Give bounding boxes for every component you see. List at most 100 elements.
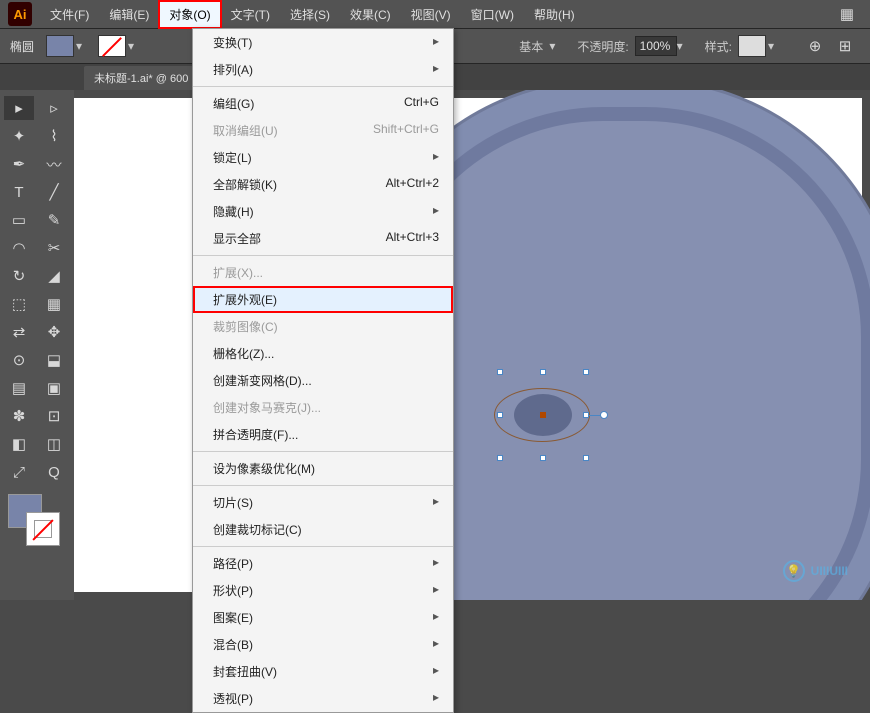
tool-4[interactable]: ✒: [4, 152, 34, 176]
menu-item-label: 拼合透明度(F)...: [213, 426, 298, 443]
handle-bl[interactable]: [497, 455, 503, 461]
tool-21[interactable]: ▣: [39, 376, 69, 400]
tool-1[interactable]: ▹: [39, 96, 69, 120]
rotate-handle[interactable]: [600, 411, 608, 419]
tool-16[interactable]: ⇄: [4, 320, 34, 344]
tool-11[interactable]: ✂: [39, 236, 69, 260]
menu-separator: [193, 546, 453, 547]
tool-8[interactable]: ▭: [4, 208, 34, 232]
tool-27[interactable]: Q: [39, 460, 69, 484]
menu-效果[interactable]: 效果(C): [340, 1, 401, 28]
tool-14[interactable]: ⬚: [4, 292, 34, 316]
menu-item-混合[interactable]: 混合(B)▸: [193, 631, 453, 658]
menu-item-变换[interactable]: 变换(T) ▸: [193, 29, 453, 56]
menu-item-锁定[interactable]: 锁定(L) ▸: [193, 144, 453, 171]
tool-5[interactable]: 〰: [39, 152, 69, 176]
menu-item-label: 显示全部: [213, 230, 261, 247]
menu-帮助[interactable]: 帮助(H): [524, 1, 585, 28]
tool-24[interactable]: ◧: [4, 432, 34, 456]
tool-20[interactable]: ▤: [4, 376, 34, 400]
menu-item-图案[interactable]: 图案(E)▸: [193, 604, 453, 631]
menu-item-label: 隐藏(H): [213, 203, 254, 220]
menu-item-封套扭曲[interactable]: 封套扭曲(V)▸: [193, 658, 453, 685]
menu-item-扩展外观[interactable]: 扩展外观(E): [193, 286, 453, 313]
center-point[interactable]: [540, 412, 546, 418]
tool-13[interactable]: ◢: [39, 264, 69, 288]
fill-swatch[interactable]: [46, 35, 74, 57]
app-logo: Ai: [8, 2, 32, 26]
menu-item-label: 变换(T): [213, 34, 252, 51]
menu-item-扩展: 扩展(X)...: [193, 259, 453, 286]
chevron-down-icon[interactable]: ▾: [128, 39, 140, 53]
handle-ml[interactable]: [497, 412, 503, 418]
menu-item-全部解锁[interactable]: 全部解锁(K)Alt+Ctrl+2: [193, 171, 453, 198]
grid-icon[interactable]: ⊞: [830, 34, 860, 58]
menu-item-设为像素级优化[interactable]: 设为像素级优化(M): [193, 455, 453, 482]
menu-窗口[interactable]: 窗口(W): [461, 1, 524, 28]
menu-编辑[interactable]: 编辑(E): [99, 1, 159, 28]
tool-9[interactable]: ✎: [39, 208, 69, 232]
menu-item-排列[interactable]: 排列(A)▸: [193, 56, 453, 83]
tool-3[interactable]: ⌇: [39, 124, 69, 148]
tool-10[interactable]: ◠: [4, 236, 34, 260]
menu-文件[interactable]: 文件(F): [40, 1, 99, 28]
chevron-down-icon[interactable]: ▾: [76, 39, 88, 53]
submenu-arrow-icon: ▸: [433, 149, 439, 166]
tool-17[interactable]: ✥: [39, 320, 69, 344]
color-swatches[interactable]: [4, 494, 70, 544]
menu-item-隐藏[interactable]: 隐藏(H)▸: [193, 198, 453, 225]
options-icon[interactable]: ⊕: [800, 34, 830, 58]
layout-icon[interactable]: ▦: [832, 2, 862, 26]
submenu-arrow-icon: ▸: [433, 61, 439, 78]
handle-tl[interactable]: [497, 369, 503, 375]
menu-item-路径[interactable]: 路径(P)▸: [193, 550, 453, 577]
tool-26[interactable]: ⤢: [4, 460, 34, 484]
chevron-down-icon[interactable]: ▾: [549, 39, 561, 53]
tool-15[interactable]: ▦: [39, 292, 69, 316]
handle-bm[interactable]: [540, 455, 546, 461]
tool-23[interactable]: ⊡: [39, 404, 69, 428]
menu-文字[interactable]: 文字(T): [221, 1, 280, 28]
menu-对象[interactable]: 对象(O): [159, 1, 220, 28]
menu-选择[interactable]: 选择(S): [280, 1, 340, 28]
menu-item-切片[interactable]: 切片(S)▸: [193, 489, 453, 516]
tool-7[interactable]: ╱: [39, 180, 69, 204]
menu-item-编组[interactable]: 编组(G)Ctrl+G: [193, 90, 453, 117]
menu-separator: [193, 86, 453, 87]
handle-tr[interactable]: [583, 369, 589, 375]
shortcut-label: Alt+Ctrl+3: [386, 230, 439, 247]
menu-item-透视[interactable]: 透视(P)▸: [193, 685, 453, 712]
menu-视图[interactable]: 视图(V): [401, 1, 461, 28]
menu-item-label: 栅格化(Z)...: [213, 345, 274, 362]
opacity-input[interactable]: [635, 36, 677, 56]
chevron-down-icon[interactable]: ▾: [677, 39, 689, 53]
menu-item-创建裁切标记[interactable]: 创建裁切标记(C): [193, 516, 453, 543]
tool-2[interactable]: ✦: [4, 124, 34, 148]
opacity-label: 不透明度:: [577, 38, 628, 55]
shortcut-label: Alt+Ctrl+2: [386, 176, 439, 193]
menu-item-创建渐变网格[interactable]: 创建渐变网格(D)...: [193, 367, 453, 394]
handle-tm[interactable]: [540, 369, 546, 375]
tool-19[interactable]: ⬓: [39, 348, 69, 372]
document-tab[interactable]: 未标题-1.ai* @ 600: [84, 66, 198, 90]
handle-br[interactable]: [583, 455, 589, 461]
submenu-arrow-icon: ▸: [433, 34, 439, 51]
tool-22[interactable]: ✽: [4, 404, 34, 428]
menu-item-显示全部[interactable]: 显示全部 Alt+Ctrl+3: [193, 225, 453, 252]
stroke-swatch[interactable]: [98, 35, 126, 57]
menu-item-label: 取消编组(U): [213, 122, 278, 139]
menu-item-label: 锁定(L): [213, 149, 252, 166]
tool-18[interactable]: ⊙: [4, 348, 34, 372]
menu-item-栅格化[interactable]: 栅格化(Z)...: [193, 340, 453, 367]
chevron-down-icon[interactable]: ▾: [768, 39, 780, 53]
tool-12[interactable]: ↻: [4, 264, 34, 288]
tool-6[interactable]: T: [4, 180, 34, 204]
basic-label: 基本: [519, 38, 543, 55]
menu-item-拼合透明度[interactable]: 拼合透明度(F)...: [193, 421, 453, 448]
tool-0[interactable]: ▸: [4, 96, 34, 120]
stroke-color[interactable]: [26, 512, 60, 546]
menu-item-裁剪图像: 裁剪图像(C): [193, 313, 453, 340]
style-swatch[interactable]: [738, 35, 766, 57]
tool-25[interactable]: ◫: [39, 432, 69, 456]
selection-box[interactable]: [500, 372, 586, 458]
